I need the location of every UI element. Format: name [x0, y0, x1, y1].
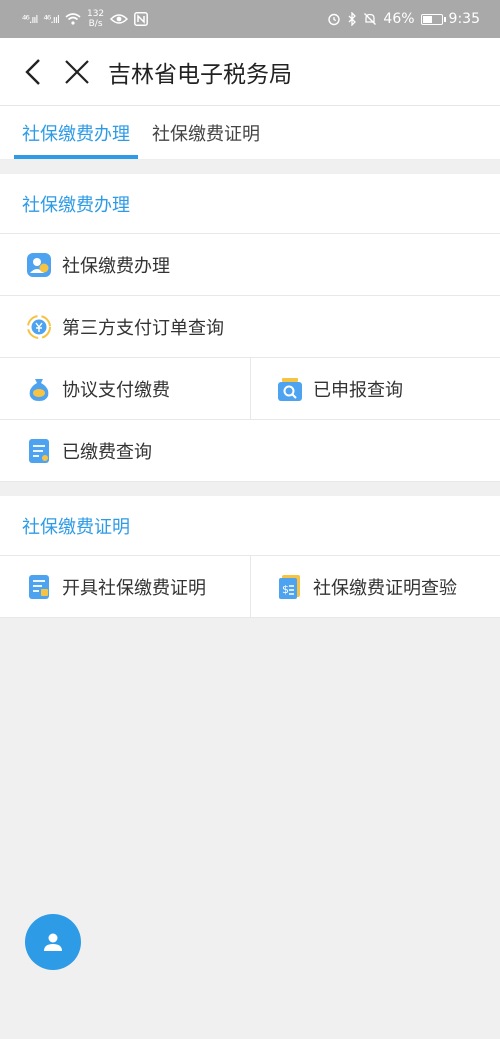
clock: 9:35: [448, 11, 480, 27]
speed-value: 132: [86, 9, 105, 19]
certificate-doc-icon: [26, 574, 52, 600]
menu-item-paid-query[interactable]: 已缴费查询: [0, 420, 500, 481]
section-title: 社保缴费证明: [0, 496, 500, 556]
menu-item-label: 社保缴费办理: [62, 255, 170, 277]
user-icon: [44, 933, 62, 951]
search-folder-icon: [277, 376, 303, 402]
status-bar: ⁴⁶.ııl ⁴⁶.ııl 132 B/s 46% 9:35: [0, 0, 500, 38]
menu-item-issue-certificate[interactable]: 开具社保缴费证明: [0, 556, 250, 617]
close-button[interactable]: [62, 57, 92, 87]
list-row: 第三方支付订单查询: [0, 296, 500, 358]
battery-percent: 46%: [383, 11, 415, 27]
tab-certificate[interactable]: 社保缴费证明: [144, 106, 268, 159]
spacer: [0, 482, 500, 496]
menu-item-third-party-order[interactable]: 第三方支付订单查询: [0, 296, 500, 357]
money-bag-icon: [26, 376, 52, 402]
menu-item-label: 已缴费查询: [62, 441, 152, 463]
menu-item-label: 已申报查询: [313, 379, 403, 401]
back-button[interactable]: [18, 57, 48, 87]
person-coin-icon: [26, 252, 52, 278]
menu-item-agreement-pay[interactable]: 协议支付缴费: [0, 358, 250, 419]
section-certificate: 社保缴费证明 开具社保缴费证明 $ 社保缴费证明查验: [0, 496, 500, 618]
tab-payment[interactable]: 社保缴费办理: [14, 106, 138, 159]
list-row: 社保缴费办理: [0, 234, 500, 296]
title-bar: 吉林省电子税务局: [0, 38, 500, 106]
wifi-icon: [65, 13, 81, 25]
page-title: 吉林省电子税务局: [108, 61, 292, 88]
spacer: [0, 160, 500, 174]
svg-text:$: $: [282, 583, 289, 596]
section-title: 社保缴费办理: [0, 174, 500, 234]
chevron-left-icon: [25, 58, 40, 85]
list-row: 协议支付缴费 已申报查询: [0, 358, 500, 420]
dollar-doc-icon: $: [277, 574, 303, 600]
menu-item-label: 开具社保缴费证明: [62, 577, 206, 599]
battery-icon: [420, 13, 446, 25]
yuan-cycle-icon: [26, 314, 52, 340]
network-speed: 132 B/s: [87, 9, 104, 29]
menu-item-verify-certificate[interactable]: $ 社保缴费证明查验: [250, 556, 500, 617]
document-list-icon: [26, 438, 52, 464]
bluetooth-icon: [348, 12, 357, 26]
section-payment: 社保缴费办理 社保缴费办理 第三方支付订单查询 协议支付缴费 已申报查询 已缴费…: [0, 174, 500, 482]
menu-item-payment[interactable]: 社保缴费办理: [0, 234, 500, 295]
list-row: 开具社保缴费证明 $ 社保缴费证明查验: [0, 556, 500, 618]
menu-item-declared-query[interactable]: 已申报查询: [250, 358, 500, 419]
signal-icon-2: ⁴⁶.ııl: [43, 12, 60, 26]
menu-item-label: 第三方支付订单查询: [62, 317, 224, 339]
close-icon: [65, 59, 89, 84]
nfc-icon: [134, 12, 149, 26]
alarm-icon: [328, 13, 341, 26]
list-row: 已缴费查询: [0, 420, 500, 482]
signal-icon-1: ⁴⁶.ııl: [22, 12, 39, 26]
tab-bar: 社保缴费办理 社保缴费证明: [0, 106, 500, 160]
eye-icon: [110, 14, 129, 24]
menu-item-label: 协议支付缴费: [62, 379, 170, 401]
speed-unit: B/s: [88, 19, 103, 29]
mute-bell-icon: [364, 13, 377, 25]
menu-item-label: 社保缴费证明查验: [313, 577, 457, 599]
profile-fab-button[interactable]: [25, 914, 81, 970]
